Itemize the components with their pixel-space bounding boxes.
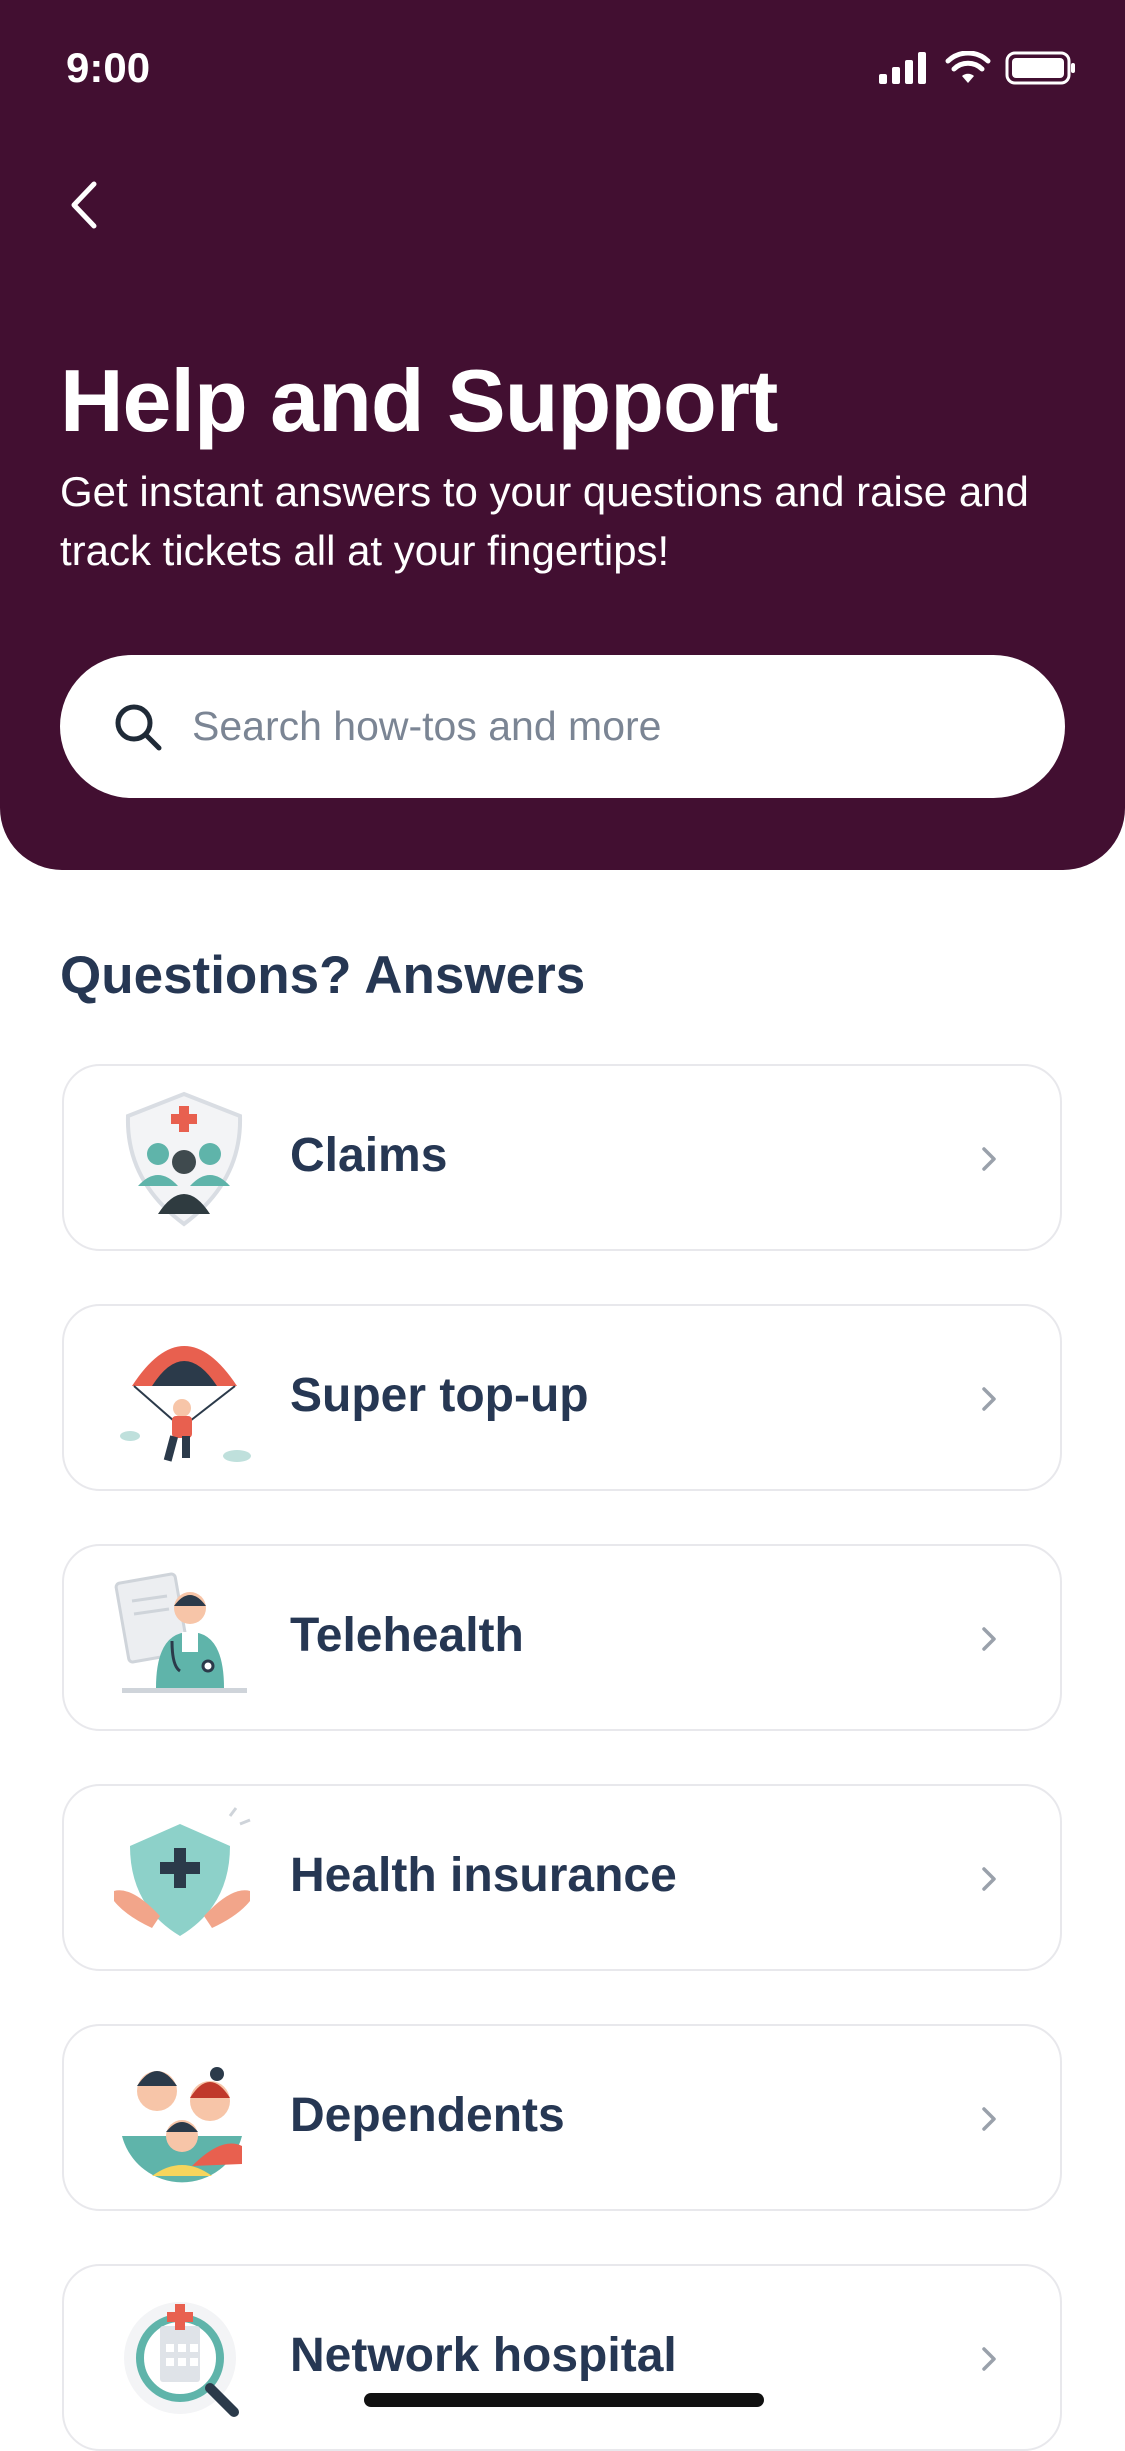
search-placeholder: Search how-tos and more — [192, 703, 662, 749]
dependents-label: Dependents — [290, 2089, 565, 2142]
section-title: Questions? Answers — [60, 946, 586, 1005]
list-item-claims[interactable]: Claims — [62, 1064, 1062, 1251]
family-icon — [122, 2067, 242, 2183]
chevron-left-icon — [71, 181, 97, 229]
signal-icon — [879, 52, 926, 84]
list-item-network-hospital[interactable]: Network hospital — [62, 2264, 1062, 2451]
search-icon — [115, 704, 162, 751]
wifi-icon — [945, 51, 991, 83]
battery-icon — [1005, 51, 1075, 85]
list-item-dependents[interactable]: Dependents — [62, 2024, 1062, 2211]
page-subtitle: Get instant answers to your questions an… — [60, 468, 1029, 574]
hospital-search-icon — [124, 2302, 239, 2417]
chevron-right-icon — [982, 2347, 996, 2371]
telehealth-label: Telehealth — [290, 1609, 524, 1662]
list-item-telehealth[interactable]: Telehealth — [62, 1544, 1062, 1731]
chevron-right-icon — [982, 1627, 996, 1651]
page-title: Help and Support — [60, 351, 778, 450]
super-top-up-label: Super top-up — [290, 1369, 589, 1422]
chevron-right-icon — [982, 1147, 996, 1171]
network-hospital-label: Network hospital — [290, 2329, 677, 2382]
health-insurance-label: Health insurance — [290, 1849, 677, 1902]
search-input[interactable]: Search how-tos and more — [60, 655, 1065, 798]
chevron-right-icon — [982, 1387, 996, 1411]
chevron-right-icon — [982, 2107, 996, 2131]
insurance-hands-icon — [114, 1807, 251, 1936]
parachute-icon — [120, 1346, 251, 1462]
header: 9:00 Help and Support Get instant answer… — [0, 0, 1125, 870]
back-button[interactable] — [50, 170, 120, 240]
claims-label: Claims — [290, 1129, 448, 1182]
claims-shield-icon — [125, 1091, 243, 1227]
doctor-icon — [114, 1572, 247, 1693]
list-item-super-top-up[interactable]: Super top-up — [62, 1304, 1062, 1491]
home-indicator[interactable] — [364, 2393, 764, 2407]
list-item-health-insurance[interactable]: Health insurance — [62, 1784, 1062, 1971]
status-icons — [879, 50, 1077, 86]
chevron-right-icon — [982, 1867, 996, 1891]
status-time: 9:00 — [66, 44, 151, 91]
